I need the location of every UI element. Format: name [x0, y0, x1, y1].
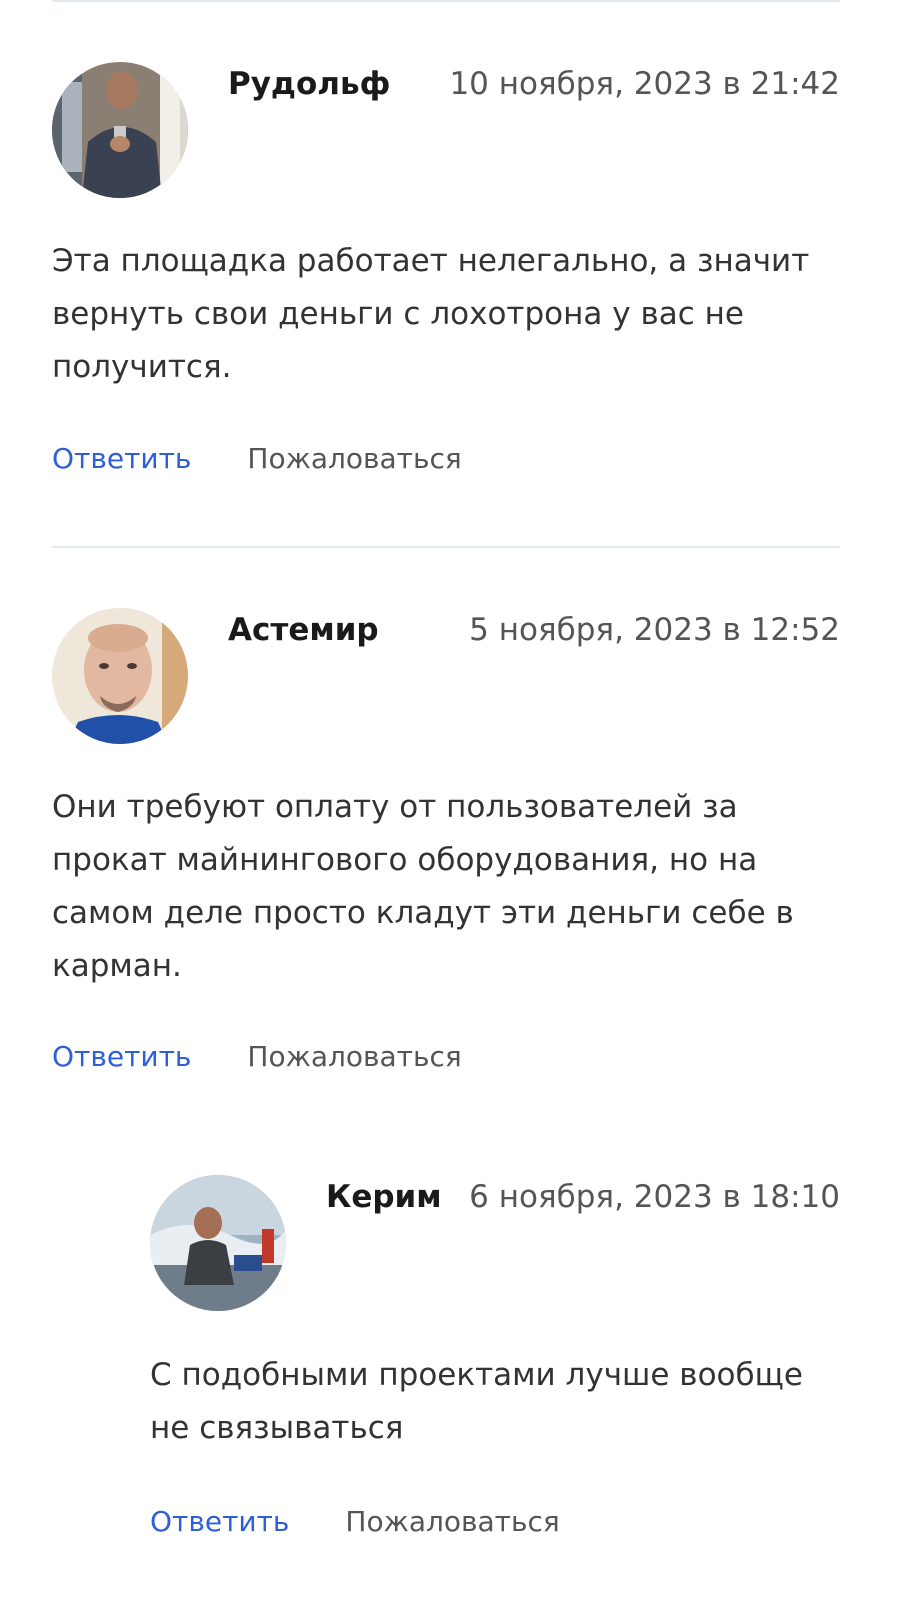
comment: Рудольф 10 ноября, 2023 в 21:42 Эта площ… [52, 62, 840, 482]
author-name[interactable]: Астемир [228, 612, 379, 648]
avatar[interactable] [52, 608, 188, 744]
comment-actions: Ответить Пожаловаться [52, 442, 462, 475]
reply-button[interactable]: Ответить [150, 1505, 289, 1538]
comment-date: 5 ноября, 2023 в 12:52 [469, 612, 840, 648]
divider [52, 0, 840, 2]
divider [52, 546, 840, 548]
reply-button[interactable]: Ответить [52, 442, 191, 475]
report-button[interactable]: Пожаловаться [247, 442, 461, 475]
comments-page: Рудольф 10 ноября, 2023 в 21:42 Эта площ… [0, 0, 898, 1600]
comment-actions: Ответить Пожаловаться [150, 1505, 560, 1538]
avatar[interactable] [52, 62, 188, 198]
comment-date: 10 ноября, 2023 в 21:42 [449, 66, 840, 102]
user-photo-icon [52, 608, 188, 744]
comment-text: С подобными проектами лучше вообще не св… [150, 1357, 803, 1446]
author-name[interactable]: Рудольф [228, 66, 390, 102]
author-name[interactable]: Керим [326, 1179, 442, 1215]
comment: Астемир 5 ноября, 2023 в 12:52 Они требу… [52, 608, 840, 1088]
comment-actions: Ответить Пожаловаться [52, 1040, 462, 1073]
reply-comment: Керим 6 ноября, 2023 в 18:10 С подобными… [150, 1175, 840, 1575]
avatar[interactable] [150, 1175, 286, 1311]
report-button[interactable]: Пожаловаться [247, 1040, 461, 1073]
comment-text: Они требуют оплату от пользователей за п… [52, 789, 794, 984]
comment-text: Эта площадка работает нелегально, а знач… [52, 243, 810, 385]
user-photo-icon [52, 62, 188, 198]
reply-button[interactable]: Ответить [52, 1040, 191, 1073]
report-button[interactable]: Пожаловаться [345, 1505, 559, 1538]
user-photo-icon [150, 1175, 286, 1311]
comment-date: 6 ноября, 2023 в 18:10 [469, 1179, 840, 1215]
